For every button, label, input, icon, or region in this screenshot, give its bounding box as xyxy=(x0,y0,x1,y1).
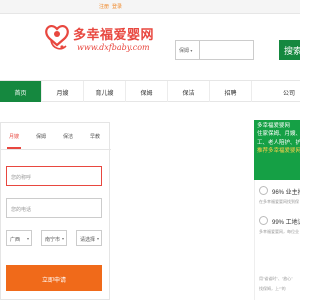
chevron-down-icon: ▾ xyxy=(26,236,29,241)
stat-description: 多幸福爱婴网，每位业 xyxy=(259,229,299,234)
nav-item-recruit[interactable]: 招聘 xyxy=(210,81,252,102)
nav-item-company[interactable]: 公司 xyxy=(252,81,300,102)
province-value: 广西 xyxy=(10,237,21,243)
footer-note: 用"省省时"、"放心" xyxy=(259,276,293,281)
login-link[interactable]: 登录 xyxy=(112,4,122,10)
district-value: 请选择 xyxy=(80,237,96,243)
nav-item-cleaning[interactable]: 保洁 xyxy=(168,81,210,102)
main-nav: 首页 月嫂 育儿嫂 保姆 保洁 招聘 公司 xyxy=(0,80,300,102)
active-tab-indicator xyxy=(7,147,21,149)
promo-banner[interactable]: 多幸福爱婴网 住家保姆、月嫂、育 工、老人陪护、护工 推荐多幸福爱婴网 xyxy=(254,120,300,180)
province-select[interactable]: 广西 ▾ xyxy=(6,230,32,246)
search-button[interactable]: 搜索 xyxy=(279,40,300,60)
nav-item-maternity[interactable]: 月嫂 xyxy=(42,81,84,102)
district-select[interactable]: 请选择 ▾ xyxy=(76,230,102,246)
satisfaction-icon xyxy=(259,186,268,195)
stats-panel: 96% 业主按 在多幸福爱婴网找到保 99% 工地证 多幸福爱婴网，每位业 用"… xyxy=(254,180,300,300)
tab-housekeeper[interactable]: 保姆 xyxy=(36,133,46,140)
name-field[interactable]: 您的称呼 xyxy=(6,166,102,186)
promo-line-1: 多幸福爱婴网 xyxy=(257,123,291,129)
chevron-down-icon: ▾ xyxy=(61,236,64,241)
chevron-down-icon: ▾ xyxy=(96,236,99,241)
stat-description: 在多幸福爱婴网找到保 xyxy=(259,199,299,204)
city-value: 南宁市 xyxy=(45,237,61,243)
register-link[interactable]: 注册 xyxy=(99,4,109,10)
baby-logo-icon xyxy=(45,24,69,50)
search-input[interactable] xyxy=(199,40,254,60)
nav-item-housekeeper[interactable]: 保姆 xyxy=(126,81,168,102)
logo-subtitle: www.dxfbaby.com xyxy=(77,43,150,52)
auth-links: 注册 登录 xyxy=(99,3,125,10)
form-tabs: 月嫂 保姆 保洁 早教 xyxy=(1,123,111,150)
search-category-select[interactable]: 保姆 ▾ xyxy=(175,40,199,60)
city-select[interactable]: 南宁市 ▾ xyxy=(41,230,67,246)
phone-field[interactable]: 您的电话 xyxy=(6,198,102,218)
tab-early-education[interactable]: 早教 xyxy=(90,133,100,140)
top-bar: 注册 登录 xyxy=(0,0,300,14)
promo-line-2: 住家保姆、月嫂、育 xyxy=(257,131,300,138)
certificate-icon xyxy=(259,216,268,225)
footer-note: 找保姆，上“”的 xyxy=(259,286,286,291)
stat-value: 96% 业主按 xyxy=(272,190,300,196)
tab-maternity[interactable]: 月嫂 xyxy=(9,133,19,140)
search-category-value: 保姆 xyxy=(179,48,190,54)
nav-item-home[interactable]: 首页 xyxy=(0,81,42,102)
tab-cleaning[interactable]: 保洁 xyxy=(63,133,73,140)
site-logo[interactable]: 多幸福爱婴网 www.dxfbaby.com xyxy=(44,21,174,69)
chevron-down-icon: ▾ xyxy=(190,48,193,53)
promo-line-3: 工、老人陪护、护工 xyxy=(257,139,300,146)
apply-now-button[interactable]: 立即申请 xyxy=(6,265,102,291)
promo-line-4: 推荐多幸福爱婴网 xyxy=(257,148,300,155)
stat-value: 99% 工地证 xyxy=(272,220,300,226)
logo-title: 多幸福爱婴网 xyxy=(73,28,155,43)
nav-item-nanny[interactable]: 育儿嫂 xyxy=(84,81,126,102)
